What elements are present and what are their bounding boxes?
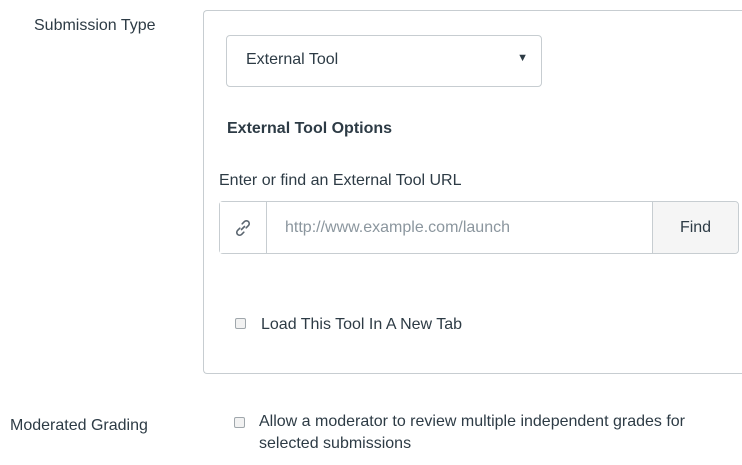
- new-tab-checkbox[interactable]: [235, 318, 246, 329]
- submission-type-label: Submission Type: [34, 17, 156, 34]
- submission-type-selected-value: External Tool: [246, 51, 339, 68]
- submission-type-select[interactable]: External Tool ▼: [226, 35, 542, 87]
- moderated-grading-label: Moderated Grading: [10, 417, 148, 434]
- external-tool-url-label: Enter or find an External Tool URL: [219, 172, 462, 189]
- moderated-grading-option[interactable]: Allow a moderator to review multiple ind…: [234, 411, 734, 455]
- moderated-grading-checkbox[interactable]: [234, 417, 245, 428]
- external-tool-url-input[interactable]: [267, 202, 652, 253]
- caret-down-icon: ▼: [517, 52, 528, 64]
- submission-type-panel: External Tool ▼ External Tool Options En…: [203, 10, 742, 374]
- link-icon: [220, 202, 267, 253]
- new-tab-option[interactable]: Load This Tool In A New Tab: [235, 314, 462, 336]
- find-button[interactable]: Find: [652, 202, 738, 253]
- moderated-grading-checkbox-label[interactable]: Allow a moderator to review multiple ind…: [259, 411, 734, 455]
- external-tool-options-title: External Tool Options: [227, 120, 393, 137]
- external-tool-url-group: Find: [219, 201, 739, 254]
- assignment-settings: Submission Type External Tool ▼ External…: [0, 0, 742, 465]
- new-tab-checkbox-label[interactable]: Load This Tool In A New Tab: [261, 314, 462, 336]
